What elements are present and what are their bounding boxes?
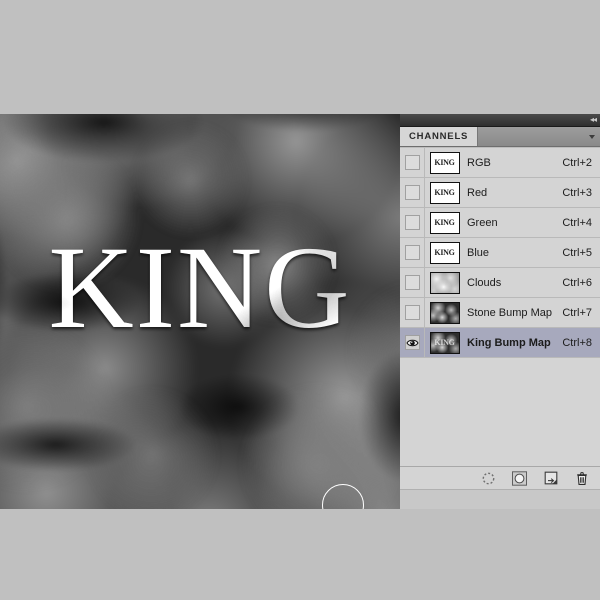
channel-visibility-toggle[interactable] [400, 268, 425, 297]
new-page-icon [544, 471, 557, 485]
channel-shortcut: Ctrl+8 [562, 336, 592, 349]
channel-shortcut: Ctrl+6 [562, 276, 592, 289]
channel-name: Clouds [467, 276, 502, 289]
panel-tab-strip: CHANNELS [400, 127, 600, 147]
visibility-empty-box [404, 275, 420, 290]
channel-thumbnail [429, 301, 460, 324]
channel-name: RGB [467, 156, 491, 169]
channel-thumbnail-cell: KING [425, 181, 461, 204]
channel-row-king-bump-map[interactable]: KING King Bump Map Ctrl+8 [400, 328, 600, 358]
channel-shortcut: Ctrl+4 [562, 216, 592, 229]
channel-thumbnail-cell [425, 301, 461, 324]
visibility-empty-box [404, 185, 420, 200]
channel-shortcut: Ctrl+7 [562, 306, 592, 319]
channel-shortcut: Ctrl+2 [562, 156, 592, 169]
channels-panel: ◂◂ CHANNELS KING RGB Ctrl+2 KING Red Ctrl+3 KI… [400, 114, 600, 509]
load-selection-button[interactable] [480, 470, 497, 487]
channel-thumbnail: KING [429, 241, 460, 264]
panel-menu-icon[interactable] [587, 132, 597, 142]
panel-footer-toolbar [400, 466, 600, 489]
thumbnail-word: KING [434, 337, 455, 347]
channel-thumbnail: KING [429, 151, 460, 174]
channel-shortcut: Ctrl+3 [562, 186, 592, 199]
channel-thumbnail-cell: KING [425, 211, 461, 234]
channel-row-rgb[interactable]: KING RGB Ctrl+2 [400, 148, 600, 178]
channel-row-clouds[interactable]: Clouds Ctrl+6 [400, 268, 600, 298]
channel-list: KING RGB Ctrl+2 KING Red Ctrl+3 KING Green Ctrl+… [400, 147, 600, 358]
new-channel-button[interactable] [542, 470, 559, 487]
channel-row-blue[interactable]: KING Blue Ctrl+5 [400, 238, 600, 268]
thumbnail-word: KING [434, 247, 455, 257]
visibility-empty-box [404, 155, 420, 170]
channel-visibility-toggle[interactable] [400, 178, 425, 207]
channel-name: Stone Bump Map [467, 306, 552, 319]
channel-thumbnail-cell: KING [425, 331, 461, 354]
app-root: KING KING ◂◂ CHANNELS KING RGB Ctrl+2 KING R… [0, 0, 600, 600]
save-selection-button[interactable] [511, 470, 528, 487]
channel-thumbnail: KING [429, 331, 460, 354]
channel-visibility-toggle[interactable] [400, 298, 425, 327]
canvas-title-text: KING [48, 221, 352, 353]
delete-channel-button[interactable] [573, 470, 590, 487]
channel-thumbnail [429, 271, 460, 294]
dock-header-bar: ◂◂ [400, 114, 600, 127]
eye-icon [405, 339, 419, 346]
trash-icon [576, 471, 587, 485]
channel-visibility-toggle[interactable] [400, 328, 425, 357]
visibility-empty-box [404, 215, 420, 230]
channel-thumbnail: KING [429, 211, 460, 234]
channel-row-red[interactable]: KING Red Ctrl+3 [400, 178, 600, 208]
channel-thumbnail-cell: KING [425, 241, 461, 264]
channel-visibility-toggle[interactable] [400, 208, 425, 237]
channel-thumbnail: KING [429, 181, 460, 204]
filled-circle-icon [512, 470, 527, 486]
thumbnail-word: KING [434, 187, 455, 197]
channel-visibility-toggle[interactable] [400, 148, 425, 177]
channel-thumbnail-cell: KING [425, 151, 461, 174]
thumbnail-word: KING [434, 217, 455, 227]
channel-name: Red [467, 186, 488, 199]
channel-visibility-toggle[interactable] [400, 238, 425, 267]
channel-list-empty-area [400, 358, 600, 466]
channel-name: King Bump Map [467, 336, 551, 349]
collapse-to-icons-icon[interactable]: ◂◂ [590, 116, 597, 124]
channel-name: Blue [467, 246, 490, 259]
tab-channels[interactable]: CHANNELS [400, 127, 479, 146]
panel-bottom-strip [400, 489, 600, 509]
channel-thumbnail-cell [425, 271, 461, 294]
thumbnail-word: KING [434, 157, 455, 167]
channel-row-green[interactable]: KING Green Ctrl+4 [400, 208, 600, 238]
channel-name: Green [467, 216, 498, 229]
dashed-circle-icon [482, 472, 495, 484]
channel-row-stone-bump-map[interactable]: Stone Bump Map Ctrl+7 [400, 298, 600, 328]
eye-icon-box [404, 335, 420, 350]
channel-shortcut: Ctrl+5 [562, 246, 592, 259]
visibility-empty-box [404, 305, 420, 320]
visibility-empty-box [404, 245, 420, 260]
document-canvas[interactable]: KING KING [0, 114, 400, 509]
